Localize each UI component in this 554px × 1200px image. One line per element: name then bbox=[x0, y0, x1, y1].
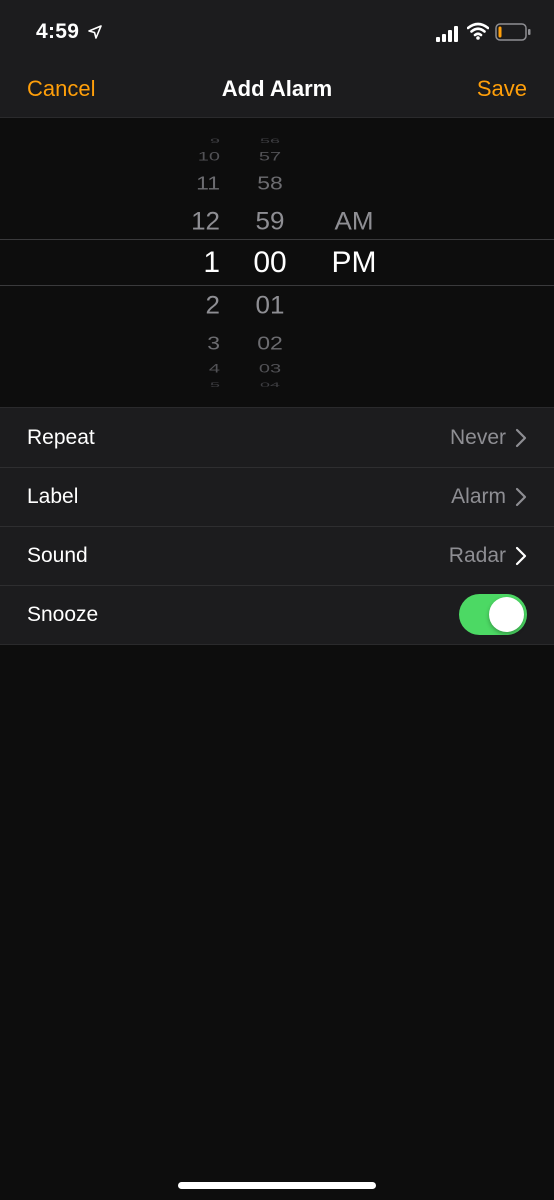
snooze-row: Snooze bbox=[0, 585, 554, 644]
repeat-label: Repeat bbox=[27, 426, 95, 449]
status-time: 4:59 bbox=[36, 20, 80, 43]
minute-option-selected[interactable]: 00 bbox=[235, 248, 305, 278]
label-value: Alarm bbox=[451, 485, 506, 508]
hour-option[interactable]: 12 bbox=[150, 209, 220, 234]
home-indicator[interactable] bbox=[178, 1182, 376, 1189]
minute-option[interactable]: 02 bbox=[235, 333, 305, 353]
minute-wheel[interactable]: 56 57 58 59 00 01 02 03 04 bbox=[235, 119, 305, 407]
location-arrow-icon bbox=[88, 25, 102, 39]
hour-option[interactable]: 5 bbox=[150, 382, 220, 388]
minute-option[interactable]: 57 bbox=[235, 151, 305, 163]
minute-option[interactable]: 56 bbox=[235, 138, 305, 144]
pm-option-selected[interactable]: PM bbox=[324, 248, 384, 278]
minute-option[interactable]: 03 bbox=[235, 363, 305, 375]
minute-option[interactable]: 59 bbox=[235, 209, 305, 234]
page-title: Add Alarm bbox=[221, 76, 333, 101]
status-bar: 4:59 bbox=[0, 0, 554, 62]
nav-bar: Cancel Add Alarm Save bbox=[0, 62, 554, 118]
hour-option[interactable]: 9 bbox=[150, 138, 220, 144]
add-alarm-screen: 4:59 Cancel Add Alarm Save 9 10 11 12 1 … bbox=[0, 0, 554, 1200]
chevron-right-icon bbox=[515, 546, 527, 566]
hour-option[interactable]: 3 bbox=[150, 333, 220, 353]
wifi-icon bbox=[467, 22, 489, 40]
label-label: Label bbox=[27, 485, 79, 508]
snooze-toggle[interactable] bbox=[459, 594, 527, 635]
repeat-value: Never bbox=[449, 426, 506, 449]
hour-wheel[interactable]: 9 10 11 12 1 2 3 4 5 bbox=[150, 119, 220, 407]
battery-icon bbox=[495, 23, 531, 41]
sound-label: Sound bbox=[27, 544, 88, 567]
chevron-right-icon bbox=[515, 428, 527, 448]
minute-option[interactable]: 01 bbox=[235, 293, 305, 318]
toggle-knob bbox=[489, 597, 524, 632]
label-row[interactable]: Label Alarm bbox=[0, 467, 554, 526]
chevron-right-icon bbox=[515, 487, 527, 507]
period-wheel[interactable]: AM PM bbox=[324, 119, 384, 407]
am-option[interactable]: AM bbox=[324, 209, 384, 234]
minute-option[interactable]: 04 bbox=[235, 382, 305, 388]
minute-option[interactable]: 58 bbox=[235, 173, 305, 193]
cellular-signal-icon bbox=[436, 26, 458, 42]
save-button[interactable]: Save bbox=[477, 76, 527, 102]
hour-option[interactable]: 4 bbox=[150, 363, 220, 375]
hour-option[interactable]: 10 bbox=[150, 151, 220, 163]
snooze-label: Snooze bbox=[27, 603, 99, 626]
hour-option-selected[interactable]: 1 bbox=[150, 248, 220, 278]
repeat-row[interactable]: Repeat Never bbox=[0, 408, 554, 467]
time-picker[interactable]: 9 10 11 12 1 2 3 4 5 56 57 58 59 00 01 0… bbox=[0, 119, 554, 407]
hour-option[interactable]: 2 bbox=[150, 293, 220, 318]
sound-value: Radar bbox=[448, 544, 506, 567]
hour-option[interactable]: 11 bbox=[150, 173, 220, 193]
alarm-settings-list: Repeat Never Label Alarm Sound Radar Sno… bbox=[0, 407, 554, 645]
sound-row[interactable]: Sound Radar bbox=[0, 526, 554, 585]
